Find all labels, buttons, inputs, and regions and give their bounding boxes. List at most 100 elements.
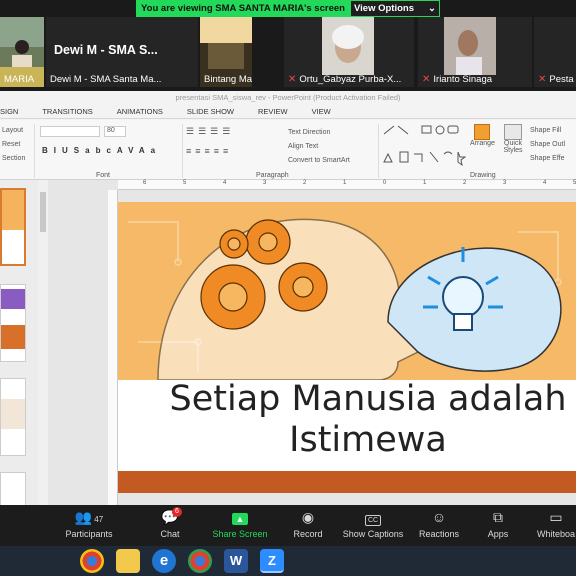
participant-name: ✕ Ortu_Gabyaz Purba-X...	[288, 74, 402, 85]
chevron-down-icon: ⌄	[428, 3, 436, 14]
font-group-label: Font	[96, 172, 111, 179]
slide-thumbnail[interactable]	[0, 188, 26, 266]
paragraph-group-label: Paragraph	[256, 172, 289, 179]
ribbon-divider	[182, 124, 183, 178]
slide-title[interactable]: Setiap Manusia adalah Istimewa	[118, 379, 576, 461]
meeting-controls: 👥 47 Participants 💬 6 Chat ▲ Share Screen…	[0, 505, 576, 546]
mic-muted-icon: ✕	[288, 74, 297, 85]
reactions-label: Reactions	[418, 529, 460, 539]
whiteboard-icon: ▭	[549, 509, 563, 525]
ribbon: Layout Reset Section 80 BIUSabcAVAa Font…	[0, 120, 576, 180]
share-screen-button[interactable]: ▲ Share Screen	[208, 505, 272, 546]
participant-display-name: Dewi M - SMA S...	[54, 43, 158, 57]
edge-icon[interactable]: e	[152, 549, 176, 573]
record-button[interactable]: ◉ Record	[286, 505, 330, 546]
zoom-icon[interactable]: Z	[260, 549, 284, 573]
thumbnail-image	[1, 399, 25, 429]
horizontal-ruler: 6 5 4 3 2 1 0 1 2 3 4 5	[118, 180, 576, 190]
slide-title-line: Istimewa	[289, 420, 447, 460]
share-screen-label: Share Screen	[212, 529, 268, 539]
align-text-button[interactable]: Align Text	[288, 140, 350, 154]
tab-slide-show[interactable]: SLIDE SHOW	[187, 107, 234, 116]
participant-name: MARIA	[4, 74, 35, 85]
ruler-number: 0	[383, 180, 387, 186]
slide-title-line: Setiap Manusia adalah	[169, 379, 567, 419]
quick-styles-icon	[504, 124, 522, 140]
participant-name: ✕ Irianto Sinaga	[422, 74, 493, 85]
zoom-meeting-window: MARIA Dewi M - SMA S... Dewi M - SMA San…	[0, 0, 576, 576]
ruler-number: 4	[543, 180, 547, 186]
mic-muted-icon: ✕	[422, 74, 431, 85]
participant-tile-irianto[interactable]: ✕ Irianto Sinaga	[418, 17, 532, 87]
apps-label: Apps	[487, 529, 509, 539]
file-explorer-icon[interactable]	[116, 549, 140, 573]
arrange-icon	[474, 124, 490, 140]
apps-button[interactable]: ⧉ Apps	[480, 505, 516, 546]
tab-design[interactable]: SIGN	[0, 107, 18, 116]
shape-fill-button[interactable]: Shape Fill	[530, 124, 565, 138]
font-name-field[interactable]	[40, 126, 100, 137]
participants-button[interactable]: 👥 47 Participants	[62, 505, 116, 546]
participants-count: 47	[94, 515, 104, 524]
shapes-gallery[interactable]	[382, 124, 466, 168]
current-slide[interactable]: Setiap Manusia adalah Istimewa	[118, 202, 576, 493]
quick-styles-button[interactable]: Quick Styles	[500, 124, 526, 154]
participant-name: Dewi M - SMA Santa Ma...	[50, 74, 162, 85]
participant-tile-bintang[interactable]: Bintang Manullang	[200, 17, 252, 87]
sharing-message: You are viewing SMA SANTA MARIA's screen	[136, 0, 350, 17]
participant-name: Bintang Manullang	[204, 74, 252, 85]
screen-share-banner: You are viewing SMA SANTA MARIA's screen…	[136, 0, 440, 17]
shape-format-tools: Shape Fill Shape Outl Shape Effe	[530, 124, 565, 166]
text-direction-button[interactable]: Text Direction	[288, 126, 350, 140]
chat-label: Chat	[160, 529, 180, 539]
convert-smartart-button[interactable]: Convert to SmartArt	[288, 154, 350, 168]
scroll-thumb[interactable]	[40, 192, 46, 232]
chrome-icon[interactable]	[80, 549, 104, 573]
word-icon[interactable]: W	[224, 549, 248, 573]
view-options-button[interactable]: View Options ⌄	[350, 0, 440, 17]
show-captions-button[interactable]: CC Show Captions	[340, 505, 406, 546]
participant-name: ✕ Pesta	[538, 74, 574, 85]
shape-effects-button[interactable]: Shape Effe	[530, 152, 565, 166]
participant-tile-dewi[interactable]: Dewi M - SMA S... Dewi M - SMA Santa Ma.…	[46, 17, 198, 87]
tab-transitions[interactable]: TRANSITIONS	[42, 107, 92, 116]
tab-view[interactable]: VIEW	[312, 107, 331, 116]
slide-illustration	[118, 202, 576, 380]
text-tools: Text Direction Align Text Convert to Sma…	[288, 126, 350, 168]
participant-tile-pesta[interactable]: ✕ Pesta	[534, 17, 576, 87]
slide-thumbnail[interactable]	[0, 284, 26, 362]
whiteboard-button[interactable]: ▭ Whiteboa	[536, 505, 576, 546]
participant-tile-ortu-gabyaz[interactable]: ✕ Ortu_Gabyaz Purba-X...	[284, 17, 414, 87]
record-label: Record	[293, 529, 323, 539]
ruler-number: 3	[503, 180, 507, 186]
windows-taskbar: e W Z	[0, 546, 576, 576]
tab-animations[interactable]: ANIMATIONS	[117, 107, 163, 116]
captions-icon: CC	[340, 505, 406, 529]
drawing-group-label: Drawing	[470, 172, 496, 179]
chat-unread-badge: 6	[172, 507, 182, 517]
slide-thumbnail[interactable]	[0, 378, 26, 456]
chrome-icon[interactable]	[188, 549, 212, 573]
chat-button[interactable]: 💬 6 Chat	[148, 505, 192, 546]
layout-button[interactable]: Layout	[2, 124, 25, 138]
reset-button[interactable]: Reset	[2, 138, 25, 152]
thumbnail-scrollbar[interactable]	[38, 180, 48, 505]
ruler-number: 1	[343, 180, 347, 186]
section-button[interactable]: Section	[2, 152, 25, 166]
tab-review[interactable]: REVIEW	[258, 107, 288, 116]
participants-icon: 👥 47	[74, 509, 104, 525]
shape-outline-button[interactable]: Shape Outl	[530, 138, 565, 152]
reactions-button[interactable]: ☺ Reactions	[416, 505, 462, 546]
apps-icon: ⧉	[493, 509, 503, 525]
font-size-field[interactable]: 80	[104, 126, 126, 137]
record-icon: ◉	[301, 509, 315, 525]
list-buttons[interactable]: ☰☰☰☰	[186, 126, 234, 137]
arrange-button[interactable]: Arrange	[470, 124, 495, 147]
participant-tile-maria[interactable]: MARIA	[0, 17, 44, 87]
slide-thumbnail-pane	[0, 180, 38, 512]
ruler-number: 6	[143, 180, 147, 186]
font-style-buttons[interactable]: BIUSabcAVAa	[42, 146, 161, 155]
align-buttons[interactable]: ≡≡≡≡≡	[186, 146, 232, 156]
reactions-icon: ☺	[431, 509, 447, 525]
ribbon-tabs: SIGN TRANSITIONS ANIMATIONS SLIDE SHOW R…	[0, 105, 576, 119]
